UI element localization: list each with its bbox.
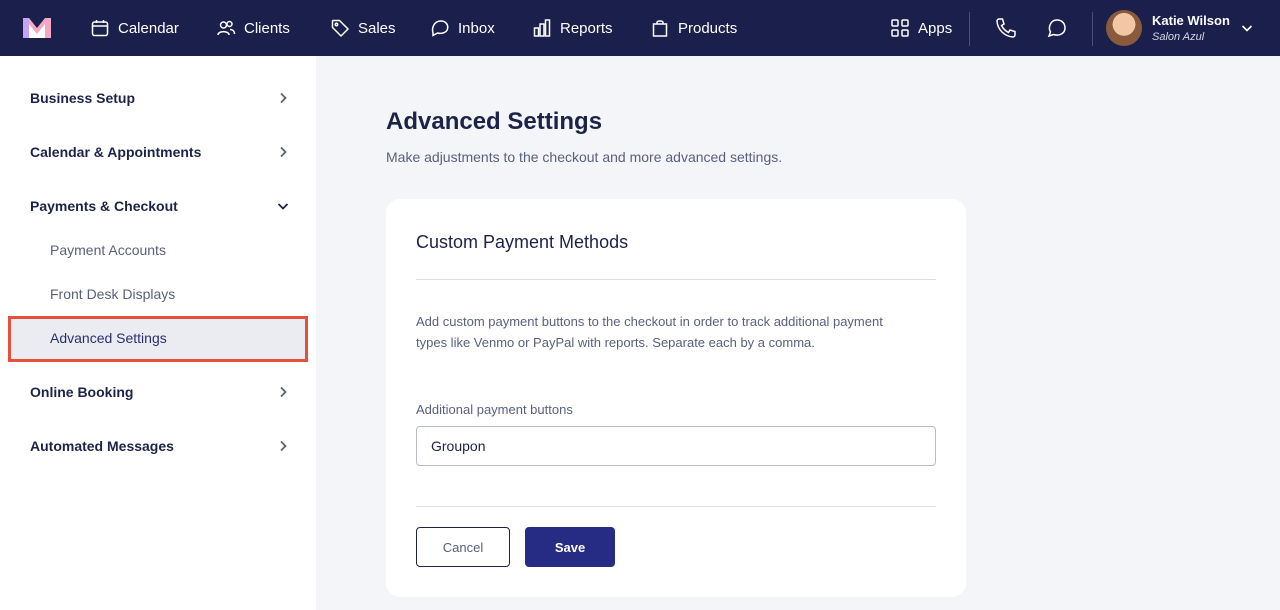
nav-clients-label: Clients xyxy=(244,19,290,37)
inbox-icon xyxy=(431,20,449,37)
sidebar-item-automated-messages[interactable]: Automated Messages xyxy=(30,434,290,458)
nav-sales[interactable]: Sales xyxy=(330,0,396,56)
chevron-right-icon xyxy=(280,146,287,158)
calendar-icon xyxy=(91,20,109,37)
save-button[interactable]: Save xyxy=(525,527,615,567)
page-title: Advanced Settings xyxy=(386,108,603,135)
sidebar-item-business-setup[interactable]: Business Setup xyxy=(30,86,290,110)
nav-apps[interactable]: Apps xyxy=(890,0,952,56)
additional-payment-buttons-input[interactable] xyxy=(416,426,936,466)
chevron-right-icon xyxy=(280,440,287,452)
nav-inbox[interactable]: Inbox xyxy=(430,0,495,56)
nav-reports-label: Reports xyxy=(560,19,613,37)
card-divider xyxy=(416,279,936,280)
sidebar-item-online-booking[interactable]: Online Booking xyxy=(30,380,290,404)
sidebar-item-label: Calendar & Appointments xyxy=(30,144,202,160)
chevron-right-icon xyxy=(280,386,287,398)
nav-inbox-label: Inbox xyxy=(458,19,495,37)
phone-icon[interactable] xyxy=(994,16,1018,40)
nav-calendar[interactable]: Calendar xyxy=(90,0,179,56)
card-description: Add custom payment buttons to the checko… xyxy=(416,314,883,350)
sidebar-item-label: Online Booking xyxy=(30,384,134,400)
user-salon: Salon Azul xyxy=(1152,31,1205,43)
field-label: Additional payment buttons xyxy=(416,402,573,417)
sidebar-item-label: Business Setup xyxy=(30,90,136,106)
settings-sidebar: Business Setup Calendar & Appointments P… xyxy=(0,56,316,610)
cancel-button[interactable]: Cancel xyxy=(416,527,510,567)
sidebar-item-payments-checkout[interactable]: Payments & Checkout xyxy=(30,194,290,218)
chevron-down-icon[interactable] xyxy=(1240,21,1254,35)
bar-chart-icon xyxy=(533,19,551,37)
shopping-bag-icon xyxy=(652,20,668,37)
sidebar-item-calendar-appointments[interactable]: Calendar & Appointments xyxy=(30,140,290,164)
chevron-down-icon xyxy=(277,203,289,210)
nav-divider xyxy=(969,12,970,46)
nav-products-label: Products xyxy=(678,19,738,37)
sidebar-subitem-front-desk-displays[interactable]: Front Desk Displays xyxy=(50,286,175,302)
card-divider xyxy=(416,506,936,507)
nav-products[interactable]: Products xyxy=(650,0,737,56)
nav-sales-label: Sales xyxy=(358,19,396,37)
top-navigation-bar: Calendar Clients Sales Inbox Reports Pro… xyxy=(0,0,1280,56)
user-name: Katie Wilson xyxy=(1152,13,1230,28)
nav-apps-label: Apps xyxy=(918,19,953,37)
grid-icon xyxy=(891,19,909,37)
sidebar-item-label: Automated Messages xyxy=(30,438,174,454)
nav-reports[interactable]: Reports xyxy=(532,0,613,56)
nav-calendar-label: Calendar xyxy=(118,19,179,37)
sidebar-subitem-advanced-settings[interactable]: Advanced Settings xyxy=(8,316,308,362)
page-subtitle: Make adjustments to the checkout and mor… xyxy=(386,149,783,165)
tag-icon xyxy=(331,19,350,38)
nav-divider xyxy=(1092,12,1093,46)
sidebar-subitem-payment-accounts[interactable]: Payment Accounts xyxy=(50,242,166,258)
custom-payment-methods-card: Custom Payment Methods Add custom paymen… xyxy=(386,199,966,597)
sidebar-item-label: Payments & Checkout xyxy=(30,198,178,214)
sidebar-subitem-label: Advanced Settings xyxy=(50,330,167,346)
chevron-right-icon xyxy=(280,92,287,104)
avatar[interactable] xyxy=(1106,10,1142,46)
app-logo-icon[interactable] xyxy=(23,18,51,38)
card-title: Custom Payment Methods xyxy=(416,232,629,252)
users-icon xyxy=(217,20,236,36)
chat-icon[interactable] xyxy=(1045,16,1069,40)
nav-clients[interactable]: Clients xyxy=(216,0,290,56)
